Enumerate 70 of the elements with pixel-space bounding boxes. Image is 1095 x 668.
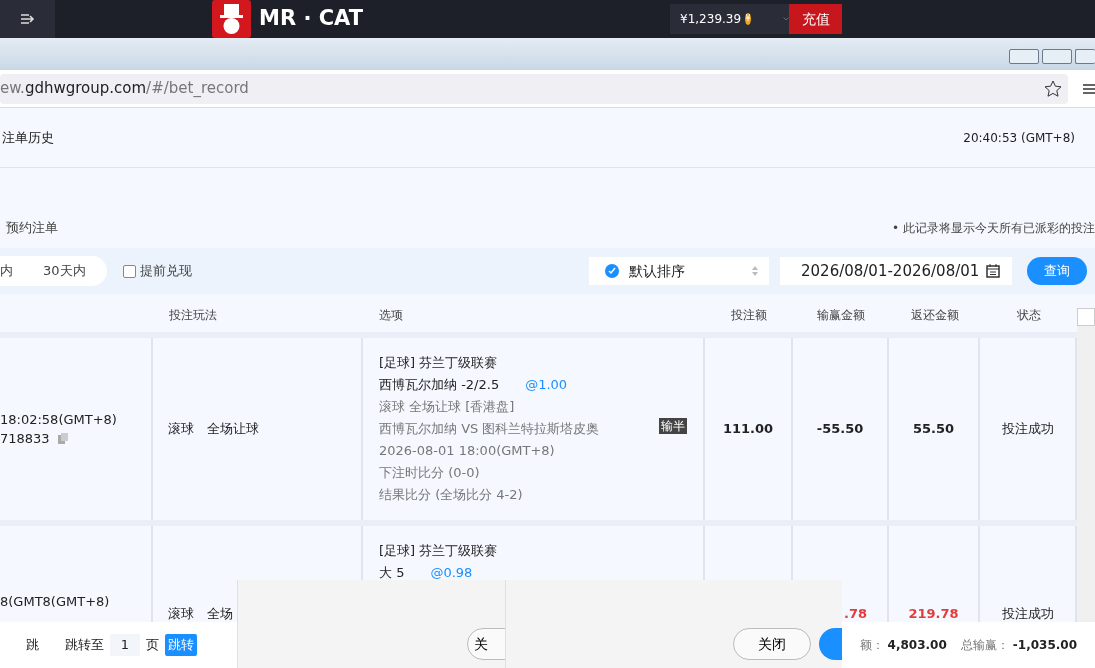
odds-text: @0.98 bbox=[430, 565, 473, 580]
column-header: 输赢金额 bbox=[816, 307, 866, 324]
column-header: 投注玩法 bbox=[168, 307, 218, 324]
restore-button[interactable] bbox=[1042, 49, 1072, 64]
pick-text: 大 5 bbox=[379, 565, 405, 580]
win-total-label: 总输赢： bbox=[960, 637, 1009, 654]
close-button[interactable]: 关 bbox=[467, 628, 505, 660]
date-range-field[interactable]: 2026/08/01-2026/08/01 bbox=[780, 257, 1012, 285]
column-header: 返还金额 bbox=[909, 307, 960, 324]
return-amount: 219.78 bbox=[908, 605, 959, 623]
close-button[interactable] bbox=[1075, 49, 1095, 64]
page-title: 注单历史 bbox=[2, 128, 54, 147]
league-text: [足球] 芬兰丁级联赛 bbox=[379, 354, 498, 372]
chevron-down-icon[interactable] bbox=[783, 15, 789, 23]
page-unit-label: 页 bbox=[146, 636, 159, 655]
page-input[interactable]: 1 bbox=[110, 634, 140, 656]
bet-type-text: 滚球 全场 bbox=[168, 605, 233, 623]
odds-text: @1.00 bbox=[525, 377, 568, 392]
sort-icon[interactable] bbox=[751, 265, 759, 277]
column-header: 投注额 bbox=[730, 307, 768, 324]
detail-text: 西博瓦尔加纳 VS 图科兰特拉斯塔皮奥 bbox=[379, 420, 600, 438]
clock-text: 20:40:53 (GMT+8) bbox=[963, 129, 1075, 147]
league-text: [足球] 芬兰丁级联赛 bbox=[379, 542, 498, 560]
status-text: 投注成功 bbox=[1001, 420, 1054, 439]
copy-icon[interactable] bbox=[57, 433, 68, 445]
bet-time: 8(GMT8(GMT+8) bbox=[0, 593, 110, 611]
url-text: ew.gdhwgroup.com/#/bet_record bbox=[0, 78, 249, 100]
tab[interactable]: 预约注单 bbox=[6, 218, 58, 238]
scrollbar[interactable] bbox=[1077, 308, 1095, 622]
pagination-text: 跳 bbox=[26, 636, 39, 655]
bet-time: 18:02:58(GMT+8) bbox=[0, 410, 117, 429]
close-button[interactable]: 关闭 bbox=[733, 628, 811, 660]
result-badge: 输半 bbox=[659, 418, 687, 434]
range-tab[interactable]: 30天内 bbox=[43, 261, 86, 281]
detail-text: 结果比分 (全场比分 4-2) bbox=[379, 486, 523, 504]
menu-icon[interactable] bbox=[1083, 82, 1095, 95]
early-cashout-checkbox[interactable]: 提前兑现 bbox=[123, 261, 192, 281]
range-tab[interactable]: 内 bbox=[0, 261, 13, 281]
detail-text: 2026-08-01 18:00(GMT+8) bbox=[379, 442, 555, 460]
win-loss-amount: -55.50 bbox=[816, 420, 864, 439]
confirm-button[interactable] bbox=[819, 628, 842, 660]
address-bar[interactable]: ew.gdhwgroup.com/#/bet_record bbox=[0, 73, 1068, 104]
brand-name: MR · CAT bbox=[259, 5, 364, 33]
star-icon[interactable] bbox=[1044, 79, 1062, 98]
check-icon[interactable] bbox=[605, 264, 619, 278]
note-text: • 此记录将显示今天所有已派彩的投注 bbox=[892, 220, 1095, 237]
sort-dropdown[interactable]: 默认排序 bbox=[589, 257, 769, 285]
jump-label: 跳转至 bbox=[65, 636, 104, 655]
stake-total-label: 额： bbox=[859, 637, 884, 654]
menu-icon bbox=[19, 13, 36, 25]
win-loss-amount: .78 bbox=[844, 605, 868, 623]
column-header: 状态 bbox=[1015, 307, 1042, 324]
detail-text: 下注时比分 (0-0) bbox=[379, 464, 480, 482]
column-header: 选项 bbox=[378, 307, 404, 324]
menu-button[interactable] bbox=[0, 0, 55, 38]
return-amount: 55.50 bbox=[912, 420, 955, 439]
status-text: 投注成功 bbox=[1001, 605, 1054, 623]
detail-text: 滚球 全场让球 [香港盘] bbox=[379, 398, 515, 416]
win-total: -1,035.00 bbox=[1012, 637, 1077, 654]
order-number: 718833 bbox=[0, 430, 50, 448]
recharge-button[interactable]: 充值 bbox=[789, 4, 843, 34]
coin-icon: ¥ bbox=[745, 13, 752, 25]
calendar-icon bbox=[986, 264, 1000, 278]
balance-amount: ¥1,239.39 bbox=[680, 11, 742, 28]
stake-amount: 111.00 bbox=[722, 420, 774, 439]
logo-icon bbox=[212, 0, 251, 38]
minimize-button[interactable] bbox=[1009, 49, 1039, 64]
stake-total: 4,803.00 bbox=[887, 637, 947, 654]
pick-text: 西博瓦尔加纳 -2/2.5 bbox=[379, 377, 500, 392]
bet-type-text: 滚球 全场让球 bbox=[168, 420, 259, 439]
